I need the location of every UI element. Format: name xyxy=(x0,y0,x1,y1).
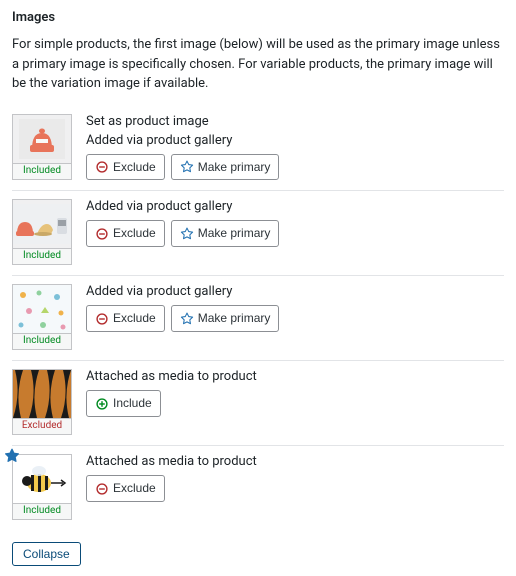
exclude-icon xyxy=(95,312,109,326)
thumbnail-column: Included xyxy=(12,284,72,350)
thumbnail-column: Included xyxy=(12,114,72,181)
status-badge: Included xyxy=(12,164,72,180)
star-icon xyxy=(180,160,194,174)
status-badge: Included xyxy=(12,249,72,265)
button-row: Exclude Make primary xyxy=(86,305,504,332)
image-list: Included Set as product image Added via pr… xyxy=(12,106,504,531)
button-label: Make primary xyxy=(198,310,271,327)
exclude-icon xyxy=(95,160,109,174)
primary-star-icon xyxy=(4,448,20,468)
info-column: Attached as media to product Include xyxy=(86,369,504,435)
thumbnail-image[interactable] xyxy=(12,284,72,334)
button-label: Make primary xyxy=(198,225,271,242)
info-column: Added via product gallery Exclude Make pri… xyxy=(86,284,504,350)
button-label: Exclude xyxy=(113,225,156,242)
make-primary-button[interactable]: Make primary xyxy=(171,154,280,181)
button-row: Exclude xyxy=(86,475,504,502)
button-row: Exclude Make primary xyxy=(86,220,504,247)
button-label: Exclude xyxy=(113,310,156,327)
info-column: Set as product image Added via product ga… xyxy=(86,114,504,181)
status-badge: Included xyxy=(12,504,72,520)
image-row: Included Added via product gallery Exclude… xyxy=(12,191,504,276)
exclude-icon xyxy=(95,482,109,496)
button-row: Include xyxy=(86,390,504,417)
thumbnail-image[interactable] xyxy=(12,199,72,249)
image-row: Excluded Attached as media to product Incl… xyxy=(12,361,504,446)
status-badge: Excluded xyxy=(12,419,72,435)
thumbnail-column: Excluded xyxy=(12,369,72,435)
button-label: Include xyxy=(113,395,152,412)
star-icon xyxy=(180,227,194,241)
image-row: Included Added via product gallery Exclude… xyxy=(12,276,504,361)
make-primary-button[interactable]: Make primary xyxy=(171,305,280,332)
info-line: Added via product gallery xyxy=(86,133,504,148)
info-line: Attached as media to product xyxy=(86,454,504,469)
thumbnail-image[interactable] xyxy=(12,114,72,164)
thumbnail-column: Included xyxy=(12,199,72,265)
thumbnail-image[interactable] xyxy=(12,454,72,504)
info-line: Attached as media to product xyxy=(86,369,504,384)
help-text: For simple products, the first image (be… xyxy=(12,35,504,94)
image-row: Included Set as product image Added via pr… xyxy=(12,106,504,192)
collapse-button[interactable]: Collapse xyxy=(12,542,81,566)
info-line: Added via product gallery xyxy=(86,284,504,299)
info-line: Added via product gallery xyxy=(86,199,504,214)
button-label: Make primary xyxy=(198,159,271,176)
thumbnail-column: Included xyxy=(12,454,72,520)
exclude-button[interactable]: Exclude xyxy=(86,154,165,181)
info-line: Set as product image xyxy=(86,114,504,129)
image-row: Included Attached as media to product Excl… xyxy=(12,446,504,530)
button-label: Exclude xyxy=(113,480,156,497)
info-column: Attached as media to product Exclude xyxy=(86,454,504,520)
section-title: Images xyxy=(12,10,504,25)
button-row: Exclude Make primary xyxy=(86,154,504,181)
include-icon xyxy=(95,397,109,411)
exclude-button[interactable]: Exclude xyxy=(86,475,165,502)
status-badge: Included xyxy=(12,334,72,350)
make-primary-button[interactable]: Make primary xyxy=(171,220,280,247)
star-icon xyxy=(180,312,194,326)
include-button[interactable]: Include xyxy=(86,390,161,417)
thumbnail-image[interactable] xyxy=(12,369,72,419)
exclude-icon xyxy=(95,227,109,241)
exclude-button[interactable]: Exclude xyxy=(86,305,165,332)
info-column: Added via product gallery Exclude Make pri… xyxy=(86,199,504,265)
exclude-button[interactable]: Exclude xyxy=(86,220,165,247)
button-label: Exclude xyxy=(113,159,156,176)
